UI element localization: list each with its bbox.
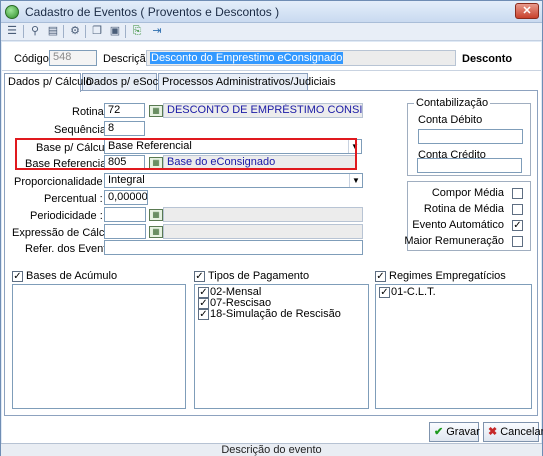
conta-debito-label: Conta Débito bbox=[418, 114, 483, 126]
rotina-media-checkbox[interactable] bbox=[512, 204, 523, 215]
periodicidade-label: Periodicidade : bbox=[30, 210, 103, 222]
list-item-checkbox[interactable]: ✓ bbox=[198, 309, 209, 320]
options-group: Compor Média Rotina de Média Evento Auto… bbox=[404, 181, 531, 251]
evento-automatico-label: Evento Automático bbox=[412, 219, 504, 231]
paste-icon[interactable]: ▣ bbox=[107, 24, 123, 39]
bases-acumulo-list[interactable] bbox=[12, 284, 186, 409]
settings-icon[interactable]: ⚙ bbox=[67, 24, 83, 39]
check-icon: ✔ bbox=[434, 426, 444, 438]
compor-media-checkbox[interactable] bbox=[512, 188, 523, 199]
list-item-checkbox[interactable]: ✓ bbox=[198, 287, 209, 298]
bases-acumulo-title: Bases de Acúmulo bbox=[26, 270, 118, 282]
descricao-field[interactable]: Desconto do Emprestimo eConsignado bbox=[146, 50, 456, 66]
title-bar: Cadastro de Eventos ( Proventos e Descon… bbox=[1, 1, 542, 23]
highlight-annotation bbox=[15, 138, 357, 170]
exit-icon[interactable]: ⇥ bbox=[149, 24, 165, 39]
rotina-media-label: Rotina de Média bbox=[423, 203, 504, 215]
window: Cadastro de Eventos ( Proventos e Descon… bbox=[0, 0, 543, 456]
window-title: Cadastro de Eventos ( Proventos e Descon… bbox=[25, 5, 280, 19]
list-item-checkbox[interactable]: ✓ bbox=[198, 298, 209, 309]
conta-credito-field[interactable] bbox=[417, 158, 522, 173]
proporcionalidade-select[interactable]: Integral ▼ bbox=[104, 173, 363, 188]
proporcionalidade-label: Proporcionalidade : bbox=[14, 176, 109, 188]
rotina-field[interactable]: 72 bbox=[104, 103, 145, 118]
tab-processos[interactable]: Processos Administrativos/Judiciais bbox=[158, 73, 336, 91]
expressao-lookup-icon[interactable]: ▦ bbox=[149, 226, 163, 238]
refer-eventos-field[interactable] bbox=[104, 240, 363, 255]
tab-dados-calculo[interactable]: Dados p/ Cálculo bbox=[4, 73, 92, 92]
list-item-checkbox[interactable]: ✓ bbox=[379, 287, 390, 298]
percentual-field[interactable]: 0,000000 bbox=[104, 190, 148, 205]
periodicidade-lookup-icon[interactable]: ▦ bbox=[149, 209, 163, 221]
rotina-description: DESCONTO DE EMPRÉSTIMO CONSIGNADO bbox=[163, 103, 363, 118]
print-icon[interactable]: ▤ bbox=[45, 24, 61, 39]
toolbar: ☰ ⚲ ▤ ⚙ ❐ ▣ ⎘ ⇥ bbox=[1, 23, 542, 41]
maior-remuneracao-checkbox[interactable] bbox=[512, 236, 523, 247]
tipos-pagamento-checkbox[interactable]: ✓ bbox=[194, 271, 205, 282]
status-bar: Descrição do evento bbox=[1, 443, 542, 456]
maior-remuneracao-label: Maior Remuneração bbox=[404, 235, 504, 247]
conta-debito-field[interactable] bbox=[418, 129, 523, 144]
regimes-checkbox[interactable]: ✓ bbox=[375, 271, 386, 282]
regimes-list[interactable]: ✓ 01-C.L.T. bbox=[375, 284, 532, 409]
codigo-field[interactable]: 548 bbox=[49, 50, 97, 66]
bases-acumulo-checkbox[interactable]: ✓ bbox=[12, 271, 23, 282]
app-icon bbox=[5, 5, 19, 19]
tipos-pagamento-list[interactable]: ✓ 02-Mensal ✓ 07-Rescisao ✓ 18-Simulação de… bbox=[194, 284, 369, 409]
percentual-label: Percentual : bbox=[44, 193, 103, 205]
tipo-evento-label: Desconto bbox=[462, 53, 513, 65]
tab-dados-esocial[interactable]: Dados p/ eSocial bbox=[82, 73, 169, 91]
search-icon[interactable]: ⚲ bbox=[27, 24, 43, 39]
compor-media-label: Compor Média bbox=[431, 187, 504, 199]
export-icon[interactable]: ⎘ bbox=[129, 24, 145, 39]
periodicidade-field[interactable] bbox=[104, 207, 146, 222]
cancelar-button[interactable]: ✖ Cancelar bbox=[483, 422, 543, 442]
regimes-title: Regimes Empregatícios bbox=[389, 270, 506, 282]
gravar-button[interactable]: ✔ Gravar bbox=[429, 422, 480, 442]
copy-icon[interactable]: ❐ bbox=[89, 24, 105, 39]
sequencia-field[interactable]: 8 bbox=[104, 121, 145, 136]
periodicidade-description bbox=[163, 207, 363, 222]
expressao-description bbox=[163, 224, 363, 239]
cancel-icon: ✖ bbox=[488, 426, 498, 438]
list-icon[interactable]: ☰ bbox=[4, 24, 20, 39]
contabilizacao-title: Contabilização bbox=[414, 97, 491, 109]
chevron-down-icon[interactable]: ▼ bbox=[349, 174, 362, 187]
rotina-lookup-icon[interactable]: ▦ bbox=[149, 105, 163, 117]
close-button[interactable]: ✕ bbox=[515, 3, 539, 19]
evento-automatico-checkbox[interactable]: ✓ bbox=[512, 220, 523, 231]
expressao-field[interactable] bbox=[104, 224, 146, 239]
tipos-pagamento-title: Tipos de Pagamento bbox=[208, 270, 310, 282]
